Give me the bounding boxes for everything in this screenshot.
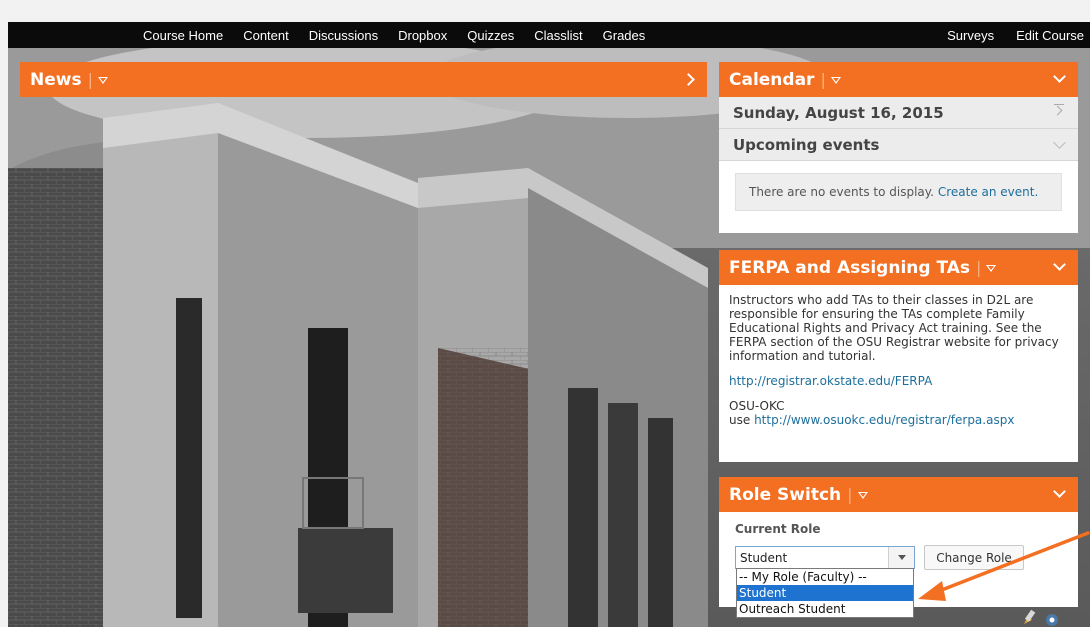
registrar-ferpa-link[interactable]: http://registrar.okstate.edu/FERPA — [729, 374, 932, 388]
role-switch-title[interactable]: Role Switch — [729, 485, 841, 505]
pencil-icon[interactable] — [1024, 609, 1036, 624]
nav-edit-course[interactable]: Edit Course — [994, 28, 1084, 43]
ferpa-paragraph: Instructors who add TAs to their classes… — [729, 293, 1059, 363]
annotation-arrow — [918, 531, 1090, 601]
osu-okc-label: OSU-OKC — [729, 399, 785, 413]
chevron-down-icon — [1053, 258, 1066, 271]
header-separator: | — [820, 70, 826, 89]
calendar-date: Sunday, August 16, 2015 — [733, 103, 944, 122]
ferpa-collapse-button[interactable] — [1053, 258, 1066, 272]
widget-menu-icon[interactable] — [986, 265, 997, 272]
role-options-list: -- My Role (Faculty) -- Student Outreach… — [736, 568, 914, 618]
calendar-date-row[interactable]: Sunday, August 16, 2015 — [719, 97, 1078, 129]
nav-quizzes[interactable]: Quizzes — [457, 28, 524, 43]
ferpa-content: Instructors who add TAs to their classes… — [719, 285, 1078, 427]
header-separator: | — [847, 485, 853, 504]
upcoming-events-label: Upcoming events — [733, 135, 880, 154]
chevron-down-icon — [1053, 70, 1066, 83]
news-widget-header: News | — [20, 62, 707, 97]
calendar-title[interactable]: Calendar — [729, 70, 814, 90]
no-events-text: There are no events to display. — [749, 185, 934, 199]
nav-surveys[interactable]: Surveys — [925, 28, 994, 43]
news-title[interactable]: News — [30, 70, 82, 90]
no-events-message: There are no events to display. Create a… — [735, 173, 1062, 211]
ferpa-title[interactable]: FERPA and Assigning TAs — [729, 258, 970, 278]
nav-discussions[interactable]: Discussions — [299, 28, 388, 43]
current-role-label: Current Role — [735, 522, 821, 536]
ferpa-widget-header: FERPA and Assigning TAs | — [719, 250, 1078, 285]
widget-menu-icon[interactable] — [857, 492, 868, 499]
navbar-right-group: Surveys Edit Course — [925, 28, 1084, 43]
edit-tools — [1024, 609, 1058, 626]
nav-course-home[interactable]: Course Home — [133, 28, 233, 43]
chevron-down-icon[interactable] — [1053, 135, 1066, 149]
role-option-student[interactable]: Student — [737, 585, 913, 601]
create-event-link[interactable]: Create an event. — [938, 185, 1038, 199]
navbar-left-group: Course Home Content Discussions Dropbox … — [133, 28, 655, 43]
calendar-widget-body: Sunday, August 16, 2015 Upcoming events … — [719, 97, 1078, 233]
role-select-value: Student — [740, 550, 788, 565]
nav-content[interactable]: Content — [233, 28, 299, 43]
role-select[interactable]: Student — [735, 546, 915, 569]
skip-to-end-icon[interactable] — [1054, 103, 1064, 118]
course-navbar: Course Home Content Discussions Dropbox … — [8, 22, 1090, 48]
widget-menu-icon[interactable] — [830, 77, 841, 84]
role-switch-collapse-button[interactable] — [1053, 485, 1066, 499]
upcoming-events-row[interactable]: Upcoming events — [719, 129, 1078, 161]
osuokc-ferpa-link[interactable]: http://www.osuokc.edu/registrar/ferpa.as… — [754, 413, 1014, 427]
nav-dropbox[interactable]: Dropbox — [388, 28, 457, 43]
use-label: use — [729, 413, 751, 427]
calendar-collapse-button[interactable] — [1053, 70, 1066, 84]
news-expand-button[interactable] — [682, 73, 695, 86]
nav-grades[interactable]: Grades — [593, 28, 656, 43]
header-separator: | — [87, 70, 93, 89]
chevron-right-icon — [682, 73, 695, 86]
nav-classlist[interactable]: Classlist — [524, 28, 592, 43]
role-switch-widget-header: Role Switch | — [719, 477, 1078, 512]
header-separator: | — [976, 258, 982, 277]
chevron-down-icon — [1053, 485, 1066, 498]
gear-icon[interactable] — [1046, 614, 1058, 626]
role-option-outreach-student[interactable]: Outreach Student — [737, 601, 913, 617]
ferpa-widget-body: Instructors who add TAs to their classes… — [719, 285, 1078, 462]
calendar-widget-header: Calendar | — [719, 62, 1078, 97]
role-option-my-role[interactable]: -- My Role (Faculty) -- — [737, 569, 913, 585]
widget-menu-icon[interactable] — [97, 77, 108, 84]
